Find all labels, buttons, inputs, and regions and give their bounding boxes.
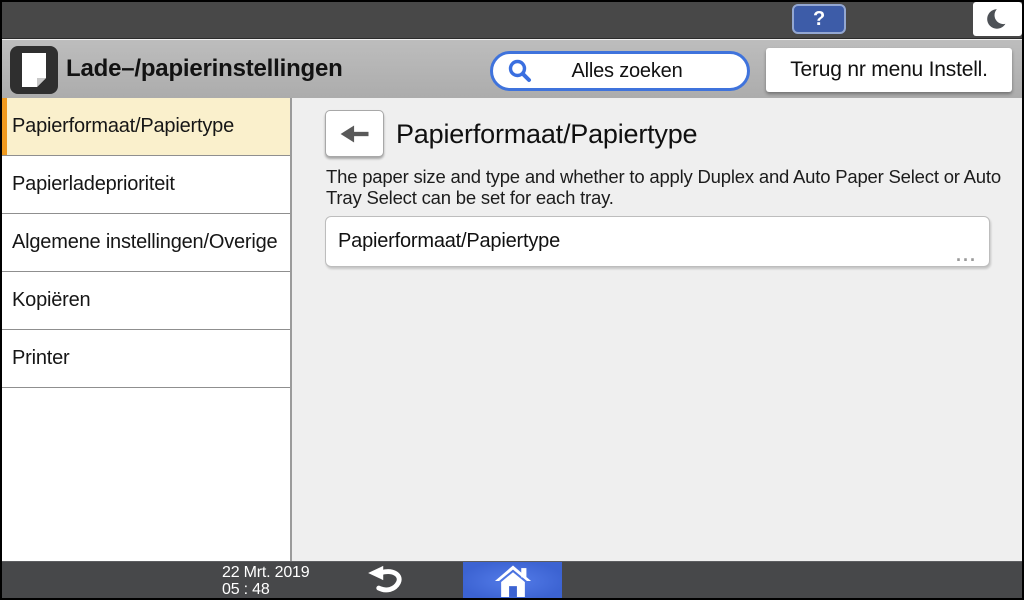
back-button[interactable] bbox=[325, 110, 384, 157]
sidebar-item-algemene-instellingen[interactable]: Algemene instellingen/Overige bbox=[0, 214, 290, 272]
help-button[interactable]: ? bbox=[792, 4, 846, 34]
search-input[interactable]: Alles zoeken bbox=[490, 51, 750, 91]
document-icon bbox=[10, 46, 58, 94]
content-area: Papierformaat/Papiertype Papierladeprior… bbox=[0, 98, 1024, 561]
main-panel: Papierformaat/Papiertype The paper size … bbox=[292, 98, 1024, 561]
sleep-mode-button[interactable] bbox=[973, 2, 1022, 36]
home-icon bbox=[494, 565, 532, 598]
sidebar-item-papierladeprioriteit[interactable]: Papierladeprioriteit bbox=[0, 156, 290, 214]
back-navigation-button[interactable] bbox=[350, 562, 420, 600]
sidebar-item-label: Papierformaat/Papiertype bbox=[12, 115, 234, 137]
section-description: The paper size and type and whether to a… bbox=[326, 166, 1001, 208]
page-title: Lade–/papierinstellingen bbox=[66, 55, 343, 82]
search-placeholder: Alles zoeken bbox=[571, 59, 683, 82]
setting-button-label: Papierformaat/Papiertype bbox=[338, 230, 560, 252]
sidebar-item-label: Papierladeprioriteit bbox=[12, 173, 175, 195]
datetime-display: 22 Mrt. 2019 05 : 48 bbox=[222, 564, 310, 598]
date-text: 22 Mrt. 2019 bbox=[222, 564, 310, 581]
sidebar-item-label: Kopiëren bbox=[12, 289, 91, 311]
time-text: 05 : 48 bbox=[222, 581, 270, 598]
sidebar-item-kopieren[interactable]: Kopiëren bbox=[0, 272, 290, 330]
papierformaat-papiertype-button[interactable]: Papierformaat/Papiertype ... bbox=[325, 216, 990, 267]
section-title: Papierformaat/Papiertype bbox=[396, 118, 698, 149]
sidebar-item-label: Algemene instellingen/Overige bbox=[12, 231, 278, 253]
printer-settings-screen: ? Lade–/papierinstellingen Alles zoeken … bbox=[0, 0, 1024, 600]
system-top-bar: ? bbox=[0, 0, 1024, 39]
more-options-indicator: ... bbox=[955, 245, 977, 265]
undo-arrow-icon bbox=[364, 565, 406, 597]
search-icon bbox=[507, 58, 533, 84]
sidebar-item-papierformaat-papiertype[interactable]: Papierformaat/Papiertype bbox=[0, 98, 290, 156]
arrow-left-icon bbox=[337, 121, 373, 147]
sidebar-item-printer[interactable]: Printer bbox=[0, 330, 290, 388]
app-header: Lade–/papierinstellingen Alles zoeken Te… bbox=[0, 40, 1024, 98]
moon-icon bbox=[985, 6, 1011, 32]
home-button[interactable] bbox=[463, 562, 562, 600]
sidebar-item-label: Printer bbox=[12, 347, 70, 369]
settings-sidebar: Papierformaat/Papiertype Papierladeprior… bbox=[0, 98, 290, 561]
return-to-settings-menu-button[interactable]: Terug nr menu Instell. bbox=[766, 48, 1012, 92]
system-bottom-bar: 22 Mrt. 2019 05 : 48 bbox=[0, 561, 1024, 600]
